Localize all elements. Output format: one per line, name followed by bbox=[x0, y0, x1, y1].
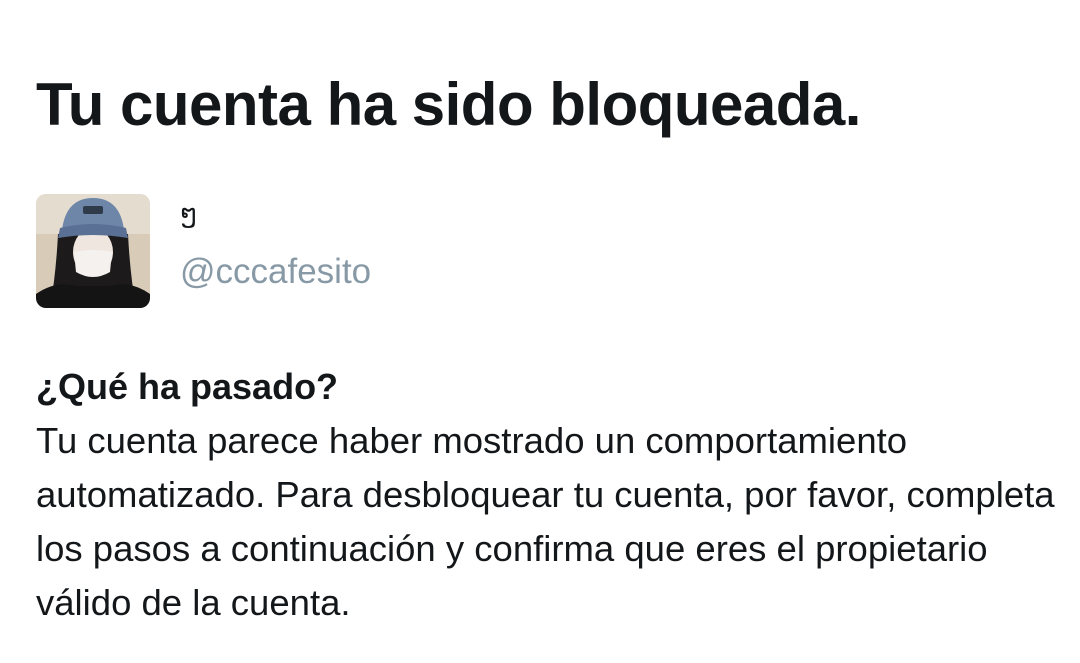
display-name: ໆ bbox=[180, 198, 198, 228]
avatar bbox=[36, 194, 150, 308]
account-profile: ໆ @cccafesito bbox=[36, 194, 580, 308]
page-title: Tu cuenta ha sido bloqueada. bbox=[36, 71, 861, 138]
account-handle: @cccafesito bbox=[180, 252, 372, 291]
section-heading: ¿Qué ha pasado? bbox=[36, 366, 339, 407]
info-section: ¿Qué ha pasado? Tu cuenta parece haber m… bbox=[36, 362, 1056, 630]
section-body: Tu cuenta parece haber mostrado un compo… bbox=[36, 420, 1055, 623]
avatar-image bbox=[36, 194, 150, 308]
